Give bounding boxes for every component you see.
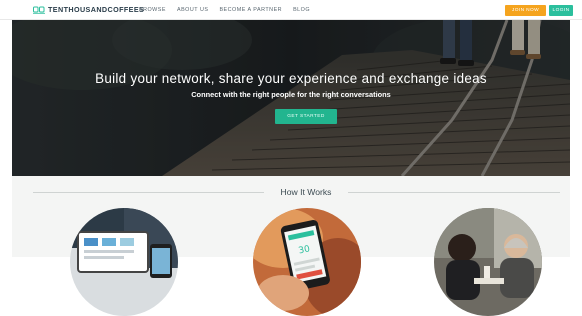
nav-link-browse[interactable]: BROWSE (139, 7, 166, 14)
how-it-works-section: How It Works 30 (12, 176, 570, 316)
divider-right (348, 192, 560, 193)
nav-links: BROWSE ABOUT US BECOME A PARTNER BLOG (139, 7, 310, 14)
top-navbar: TENTHOUSANDCOFFEES BROWSE ABOUT US BECOM… (0, 0, 582, 20)
step-image-devices (70, 208, 178, 316)
hero-banner: Build your network, share your experienc… (12, 20, 570, 176)
nav-link-about-us[interactable]: ABOUT US (177, 7, 208, 14)
cups-logo-icon (33, 6, 45, 14)
nav-link-become-partner[interactable]: BECOME A PARTNER (219, 7, 282, 14)
get-started-button[interactable]: GET STARTED (275, 109, 337, 124)
hero-subtitle: Connect with the right people for the ri… (191, 90, 391, 99)
people-photo (434, 208, 542, 316)
devices-photo (70, 208, 178, 316)
login-button[interactable]: LOGIN (549, 5, 573, 16)
phone-photo: 30 (253, 208, 361, 316)
brand-name: TENTHOUSANDCOFFEES (48, 5, 145, 14)
nav-link-blog[interactable]: BLOG (293, 7, 310, 14)
divider-left (33, 192, 264, 193)
hero-title: Build your network, share your experienc… (95, 71, 487, 86)
step-image-phone: 30 (253, 208, 361, 316)
section-title: How It Works (280, 187, 332, 197)
step-image-people (434, 208, 542, 316)
join-now-button[interactable]: JOIN NOW (505, 5, 546, 16)
brand-logo[interactable]: TENTHOUSANDCOFFEES (33, 6, 144, 14)
